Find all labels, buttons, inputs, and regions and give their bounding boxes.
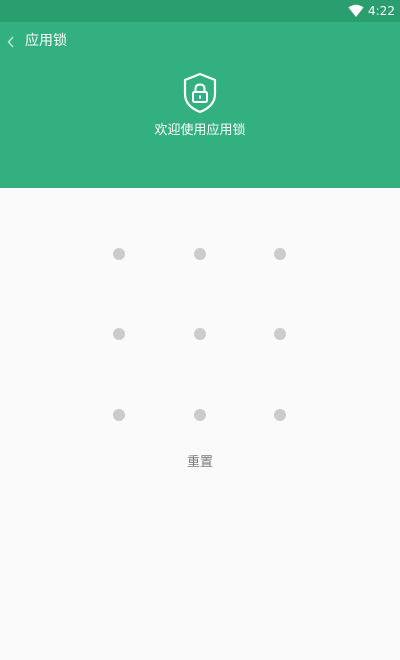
status-time: 4:22 <box>368 4 395 18</box>
welcome-text: 欢迎使用应用锁 <box>154 123 246 138</box>
shield-lock-icon <box>183 72 217 114</box>
chevron-left-icon <box>7 36 14 48</box>
pattern-dot-4[interactable] <box>113 328 125 340</box>
pattern-dot-1[interactable] <box>113 248 125 260</box>
pattern-lock-grid[interactable] <box>79 214 321 456</box>
app-lock-header: 应用锁 欢迎使用应用锁 <box>0 22 400 188</box>
reset-button[interactable]: 重置 <box>170 452 230 474</box>
status-bar: 4:22 <box>0 0 400 22</box>
wifi-icon <box>348 4 364 17</box>
back-button[interactable] <box>4 30 20 52</box>
pattern-dot-3[interactable] <box>274 248 286 260</box>
pattern-dot-2[interactable] <box>194 248 206 260</box>
pattern-dot-7[interactable] <box>113 409 125 421</box>
pattern-dot-5[interactable] <box>194 328 206 340</box>
page-title: 应用锁 <box>25 33 67 49</box>
pattern-dot-8[interactable] <box>194 409 206 421</box>
pattern-dot-9[interactable] <box>274 409 286 421</box>
pattern-dot-6[interactable] <box>274 328 286 340</box>
